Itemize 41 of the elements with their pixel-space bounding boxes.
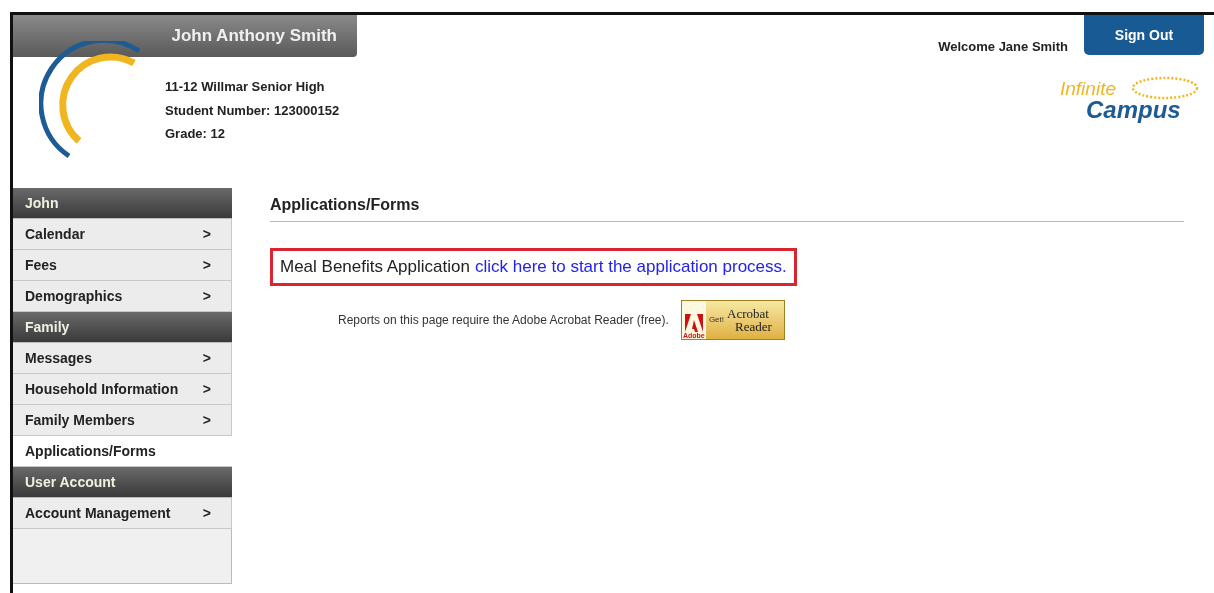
item-label: Household Information <box>25 379 179 399</box>
item-label: Messages <box>25 348 92 368</box>
logo-word: Infinite <box>1060 78 1116 98</box>
section-header: Family <box>13 312 232 343</box>
chevron-icon: > <box>202 347 211 369</box>
chevron-icon: > <box>202 378 211 400</box>
start-application-link[interactable]: click here to start the application process. <box>474 254 787 280</box>
item-label: Applications/Forms <box>25 441 156 461</box>
welcome-text: Welcome Jane Smith <box>938 38 1068 56</box>
product-text: Acrobat <box>727 307 770 320</box>
item-label: Account Management <box>25 503 171 523</box>
student-name: John Anthony Smith <box>171 25 337 48</box>
item-label: Calendar <box>25 224 85 244</box>
acrobat-note: Reports on this page require the Adobe Acrobat Reader (free). <box>338 312 669 329</box>
sidebar-item[interactable]: Account Management > <box>13 498 232 529</box>
logo-word: Campus <box>1086 97 1181 122</box>
school-name: 11-12 Willmar Senior High <box>165 78 326 96</box>
chevron-icon: > <box>202 223 211 245</box>
chevron-icon: > <box>202 502 211 524</box>
grade: Grade: 12 <box>165 125 226 143</box>
application-label: Meal Benefits Application <box>280 256 470 279</box>
chevron-icon: > <box>202 285 211 307</box>
sidebar-item[interactable]: Messages > <box>13 343 232 374</box>
section-header: John <box>13 188 232 219</box>
sign-out-button[interactable]: Sign Out <box>1084 15 1204 55</box>
get-text: Get! <box>708 314 724 326</box>
page-title: Applications/Forms <box>270 195 421 215</box>
chevron-icon: > <box>202 254 211 276</box>
product-text: Reader <box>735 320 772 333</box>
sidebar-item[interactable]: Fees > <box>13 250 232 281</box>
student-number: Student Number: 123000152 <box>165 101 340 120</box>
sidebar-item[interactable]: Demographics > <box>13 281 232 312</box>
item-label: Family Members <box>25 410 135 430</box>
item-label: Demographics <box>25 286 123 306</box>
sidebar-item[interactable]: Household Information > <box>13 374 232 405</box>
sidebar-item[interactable]: Family Members > <box>13 405 232 436</box>
section-header: User Account <box>13 467 232 498</box>
sidebar-item[interactable]: Calendar > <box>13 219 232 250</box>
chevron-icon: > <box>202 409 211 431</box>
adobe-icon <box>684 314 703 332</box>
item-label: Fees <box>25 255 57 275</box>
